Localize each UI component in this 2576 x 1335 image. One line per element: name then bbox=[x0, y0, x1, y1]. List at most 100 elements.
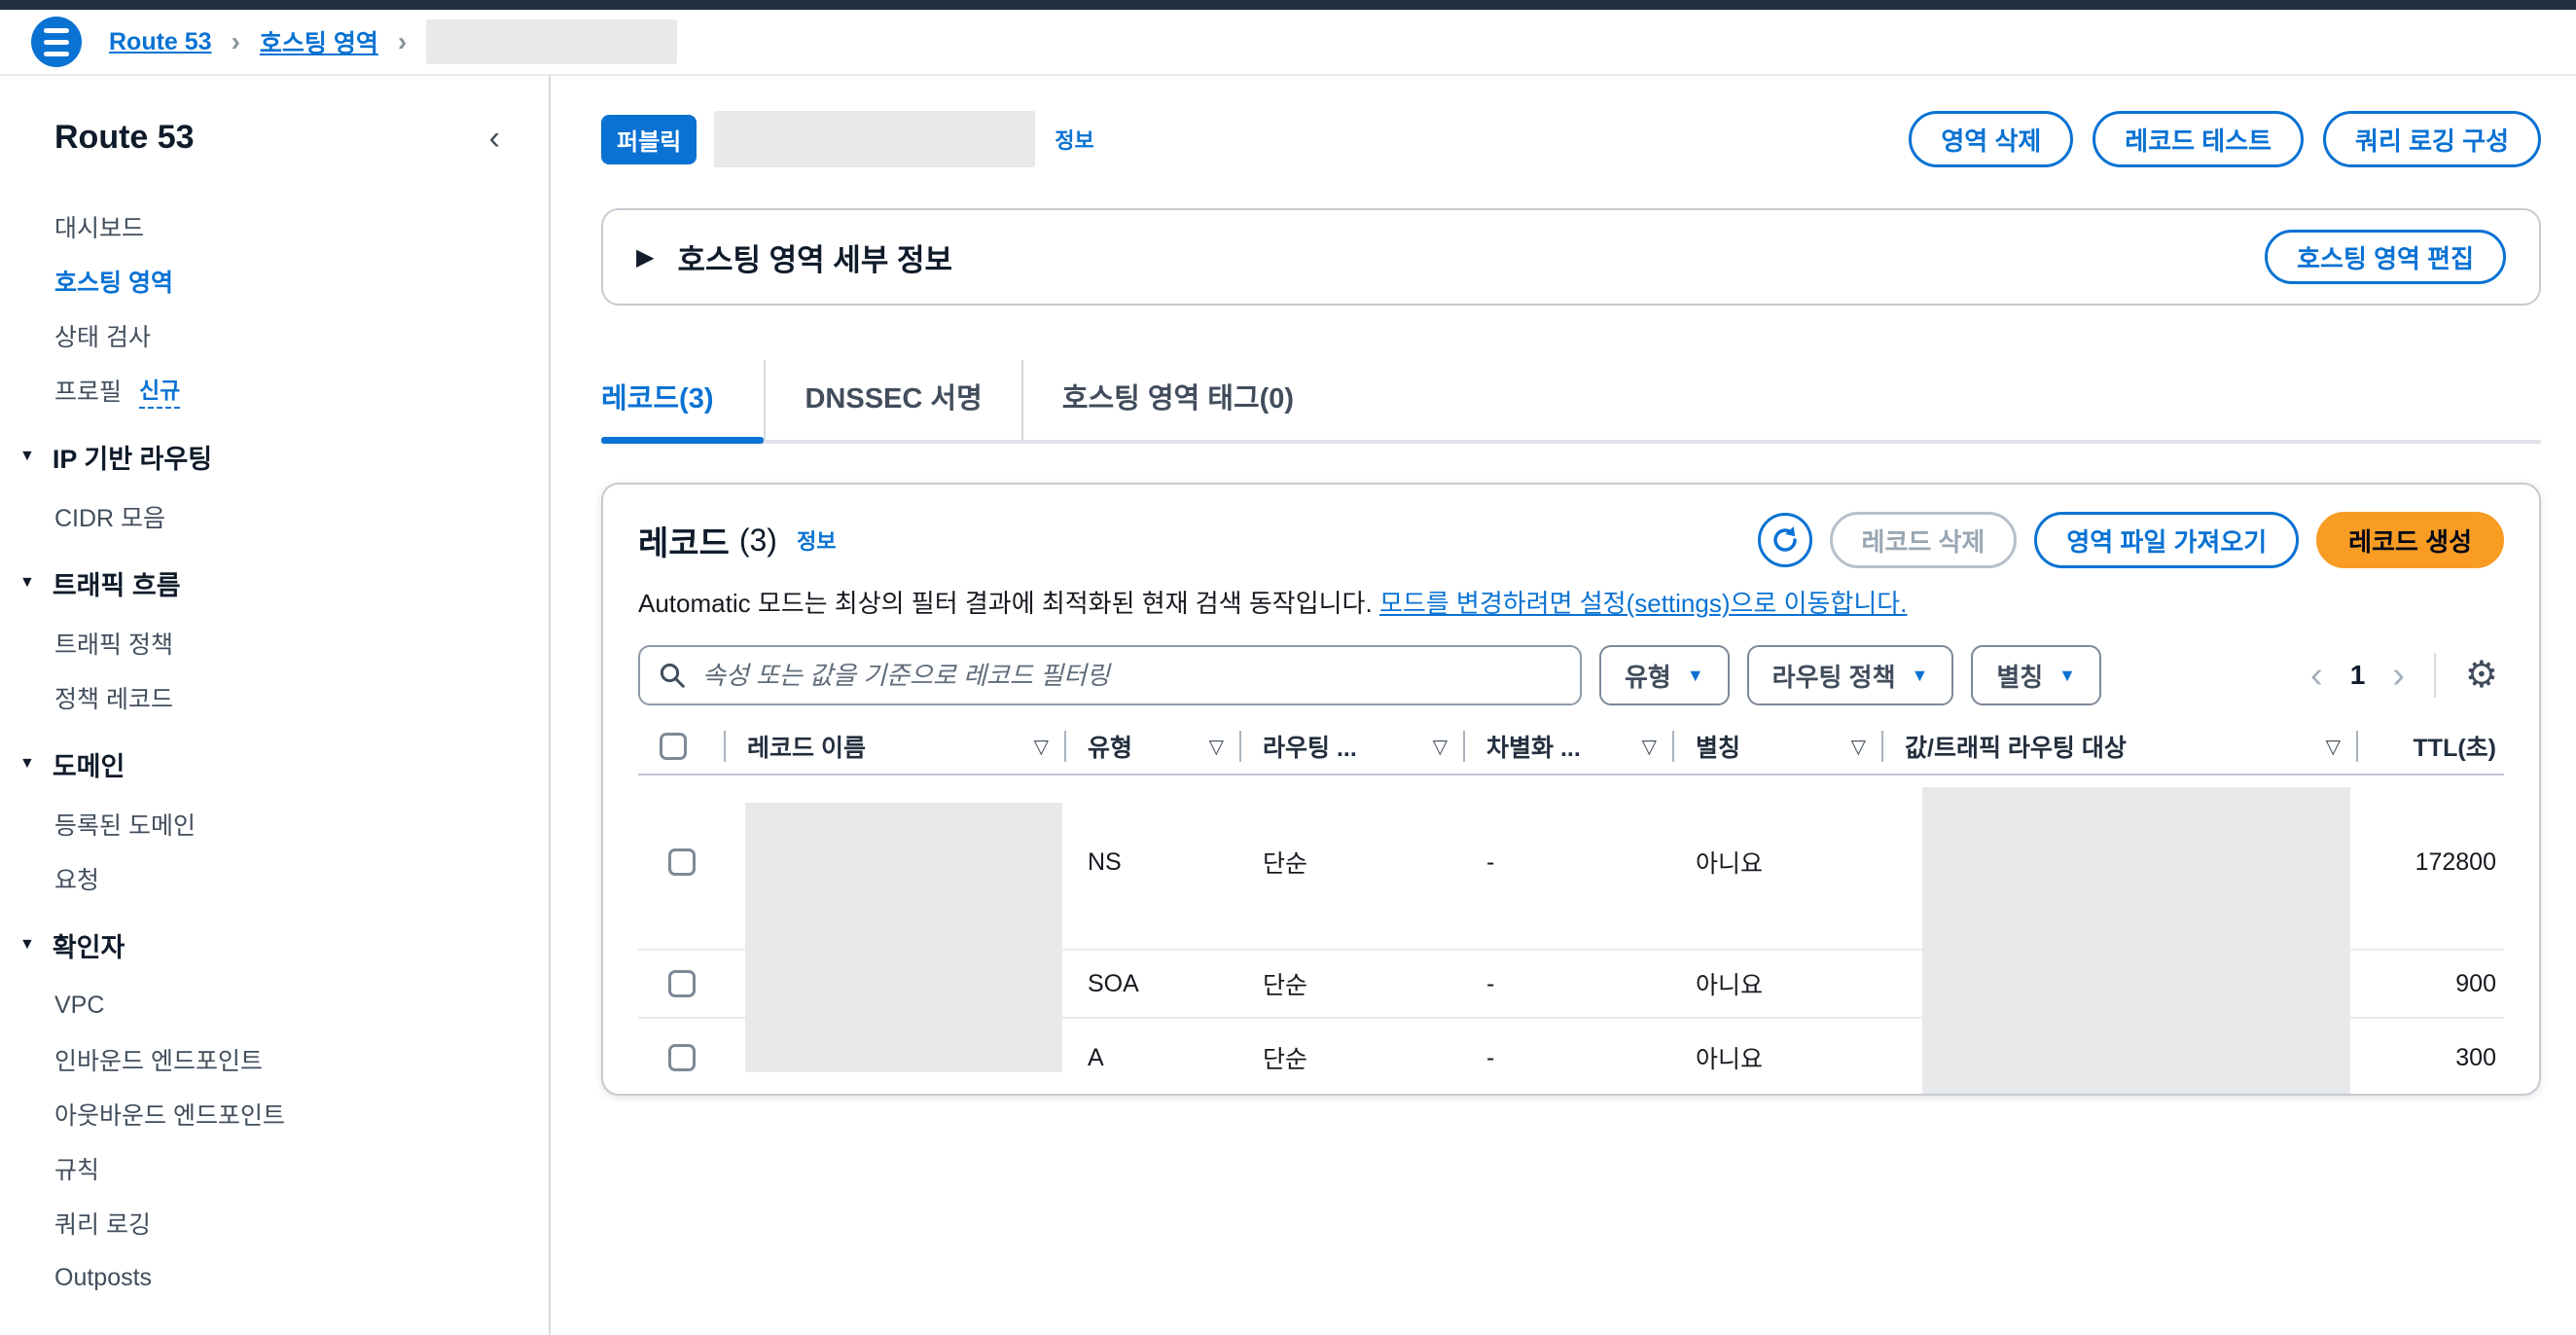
public-badge: 퍼블릭 bbox=[601, 115, 697, 164]
configure-query-logging-button[interactable]: 쿼리 로깅 구성 bbox=[2323, 111, 2541, 167]
column-value[interactable]: 값/트래픽 라우팅 대상 ▽ bbox=[1883, 719, 2358, 774]
column-alias[interactable]: 별칭 ▽ bbox=[1674, 719, 1883, 774]
hosted-zone-details-panel: ▶ 호스팅 영역 세부 정보 호스팅 영역 편집 bbox=[601, 208, 2541, 306]
create-record-button[interactable]: 레코드 생성 bbox=[2316, 512, 2504, 568]
column-label: TTL(초) bbox=[2414, 729, 2496, 764]
sidebar-item-dashboard[interactable]: 대시보드 bbox=[0, 199, 549, 254]
gear-icon[interactable]: ⚙ bbox=[2459, 656, 2504, 695]
routing-policy-filter-dropdown[interactable]: 라우팅 정책 ▼ bbox=[1747, 645, 1954, 705]
sidebar-item-health-checks[interactable]: 상태 검사 bbox=[0, 308, 549, 363]
breadcrumb-hosted-zones[interactable]: 호스팅 영역 bbox=[260, 24, 378, 59]
column-record-name[interactable]: 레코드 이름 ▽ bbox=[726, 719, 1066, 774]
sidebar-item-requests[interactable]: 요청 bbox=[0, 851, 549, 906]
sidebar-item-rules[interactable]: 규칙 bbox=[0, 1141, 549, 1196]
records-title: 레코드 bbox=[638, 517, 730, 564]
triangle-down-icon: ▼ bbox=[19, 755, 35, 773]
settings-link[interactable]: 모드를 변경하려면 설정(settings)으로 이동합니다. bbox=[1379, 589, 1907, 618]
sidebar-item-vpc[interactable]: VPC bbox=[0, 978, 549, 1032]
sidebar-section-ip-routing[interactable]: ▼ IP 기반 라우팅 bbox=[0, 423, 549, 489]
new-badge[interactable]: 신규 bbox=[139, 372, 180, 409]
column-routing[interactable]: 라우팅 ... ▽ bbox=[1241, 719, 1465, 774]
browser-top-strip bbox=[0, 0, 2576, 10]
sidebar-item-profiles[interactable]: 프로필 신규 bbox=[0, 363, 549, 417]
test-record-button[interactable]: 레코드 테스트 bbox=[2093, 111, 2304, 167]
sidebar-section-traffic-flow[interactable]: ▼ 트래픽 흐름 bbox=[0, 550, 549, 616]
sidebar-section-domains[interactable]: ▼ 도메인 bbox=[0, 731, 549, 797]
import-zone-file-button[interactable]: 영역 파일 가져오기 bbox=[2034, 512, 2299, 568]
sidebar-section-resolver[interactable]: ▼ 확인자 bbox=[0, 912, 549, 978]
type-filter-dropdown[interactable]: 유형 ▼ bbox=[1599, 645, 1730, 705]
dropdown-label: 라우팅 정책 bbox=[1772, 658, 1896, 694]
hamburger-menu-icon[interactable] bbox=[31, 17, 82, 67]
cell-alias: 아니요 bbox=[1674, 966, 1883, 1001]
cell-differentiator: - bbox=[1465, 848, 1674, 877]
tab-records[interactable]: 레코드(3) bbox=[601, 360, 764, 440]
record-filter-input[interactable] bbox=[700, 660, 1562, 692]
record-filter-box bbox=[638, 645, 1582, 705]
sort-icon[interactable]: ▽ bbox=[1433, 735, 1448, 759]
dropdown-label: 유형 bbox=[1625, 658, 1671, 694]
tab-bar: 레코드(3) DNSSEC 서명 호스팅 영역 태그(0) bbox=[601, 360, 2541, 444]
column-label: 차별화 ... bbox=[1486, 729, 1581, 764]
cell-ttl: 300 bbox=[2358, 1044, 2504, 1072]
automatic-mode-description: Automatic 모드는 최상의 필터 결과에 최적화된 현재 검색 동작입니… bbox=[638, 584, 2504, 620]
alias-filter-dropdown[interactable]: 별칭 ▼ bbox=[1971, 645, 2101, 705]
caret-down-icon: ▼ bbox=[2058, 666, 2076, 686]
current-page: 1 bbox=[2350, 660, 2366, 691]
sidebar-item-hosted-zones[interactable]: 호스팅 영역 bbox=[0, 254, 549, 308]
cell-differentiator: - bbox=[1465, 1044, 1674, 1072]
cell-routing: 단순 bbox=[1241, 1040, 1465, 1075]
pagination: ‹ 1 › ⚙ bbox=[2305, 653, 2504, 698]
sort-icon[interactable]: ▽ bbox=[2326, 735, 2341, 759]
sidebar-item-outbound-endpoints[interactable]: 아웃바운드 엔드포인트 bbox=[0, 1087, 549, 1141]
sidebar-item-registered-domains[interactable]: 등록된 도메인 bbox=[0, 797, 549, 851]
row-checkbox[interactable] bbox=[668, 970, 696, 997]
sidebar-item-policy-records[interactable]: 정책 레코드 bbox=[0, 670, 549, 725]
column-label: 유형 bbox=[1088, 729, 1132, 764]
table-header-row: 레코드 이름 ▽ 유형 ▽ 라우팅 ... ▽ 차별화 ... bbox=[638, 719, 2504, 776]
route53-console: Route 53 › 호스팅 영역 › Route 53 ‹ 대시보드 호스팅 … bbox=[0, 0, 2576, 1335]
main-content: 퍼블릭 정보 영역 삭제 레코드 테스트 쿼리 로깅 구성 ▶ 호스팅 영역 세… bbox=[551, 76, 2576, 1335]
sidebar-section-label: 도메인 bbox=[53, 745, 125, 783]
column-type[interactable]: 유형 ▽ bbox=[1066, 719, 1241, 774]
sidebar-item-inbound-endpoints[interactable]: 인바운드 엔드포인트 bbox=[0, 1032, 549, 1087]
breadcrumb-zone-name-redacted bbox=[426, 19, 677, 64]
sidebar-item-query-logging[interactable]: 쿼리 로깅 bbox=[0, 1196, 549, 1250]
tab-hosted-zone-tags[interactable]: 호스팅 영역 태그(0) bbox=[1021, 360, 1333, 440]
next-page-icon[interactable]: › bbox=[2386, 657, 2411, 694]
sidebar-item-cidr-collections[interactable]: CIDR 모음 bbox=[0, 489, 549, 544]
tab-dnssec-signing[interactable]: DNSSEC 서명 bbox=[764, 360, 1020, 440]
breadcrumb-route53[interactable]: Route 53 bbox=[109, 28, 212, 56]
sort-icon[interactable]: ▽ bbox=[1034, 735, 1049, 759]
edit-hosted-zone-button[interactable]: 호스팅 영역 편집 bbox=[2265, 230, 2506, 284]
record-names-redacted bbox=[745, 803, 1062, 1072]
sort-icon[interactable]: ▽ bbox=[1209, 735, 1224, 759]
sort-icon[interactable]: ▽ bbox=[1642, 735, 1657, 759]
sidebar: Route 53 ‹ 대시보드 호스팅 영역 상태 검사 프로필 신규 ▼ IP… bbox=[0, 76, 551, 1335]
cell-alias: 아니요 bbox=[1674, 845, 1883, 880]
delete-record-button[interactable]: 레코드 삭제 bbox=[1830, 512, 2018, 568]
column-ttl[interactable]: TTL(초) bbox=[2358, 719, 2504, 774]
zone-info-link[interactable]: 정보 bbox=[1055, 124, 1093, 155]
sidebar-collapse-icon[interactable]: ‹ bbox=[483, 121, 506, 156]
triangle-down-icon: ▼ bbox=[19, 448, 35, 465]
prev-page-icon[interactable]: ‹ bbox=[2305, 657, 2329, 694]
sidebar-section-label: IP 기반 라우팅 bbox=[53, 438, 212, 476]
row-checkbox[interactable] bbox=[668, 1044, 696, 1071]
records-info-link[interactable]: 정보 bbox=[797, 524, 836, 556]
select-all-checkbox[interactable] bbox=[660, 733, 687, 760]
cell-ttl: 172800 bbox=[2358, 848, 2504, 877]
row-checkbox[interactable] bbox=[668, 848, 696, 876]
sort-icon[interactable]: ▽ bbox=[1851, 735, 1866, 759]
records-panel: 레코드 (3) 정보 레코드 삭제 영역 파일 가져오기 레코드 생성 bbox=[601, 483, 2541, 1096]
caret-down-icon: ▼ bbox=[1912, 666, 1929, 686]
delete-zone-button[interactable]: 영역 삭제 bbox=[1909, 111, 2073, 167]
triangle-down-icon: ▼ bbox=[19, 936, 35, 954]
details-panel-title: 호스팅 영역 세부 정보 bbox=[677, 235, 952, 279]
disclosure-triangle-icon[interactable]: ▶ bbox=[636, 243, 654, 271]
sidebar-item-outposts[interactable]: Outposts bbox=[0, 1250, 549, 1305]
triangle-down-icon: ▼ bbox=[19, 574, 35, 592]
column-differentiator[interactable]: 차별화 ... ▽ bbox=[1465, 719, 1674, 774]
sidebar-item-traffic-policies[interactable]: 트래픽 정책 bbox=[0, 616, 549, 670]
refresh-icon[interactable] bbox=[1758, 513, 1812, 567]
